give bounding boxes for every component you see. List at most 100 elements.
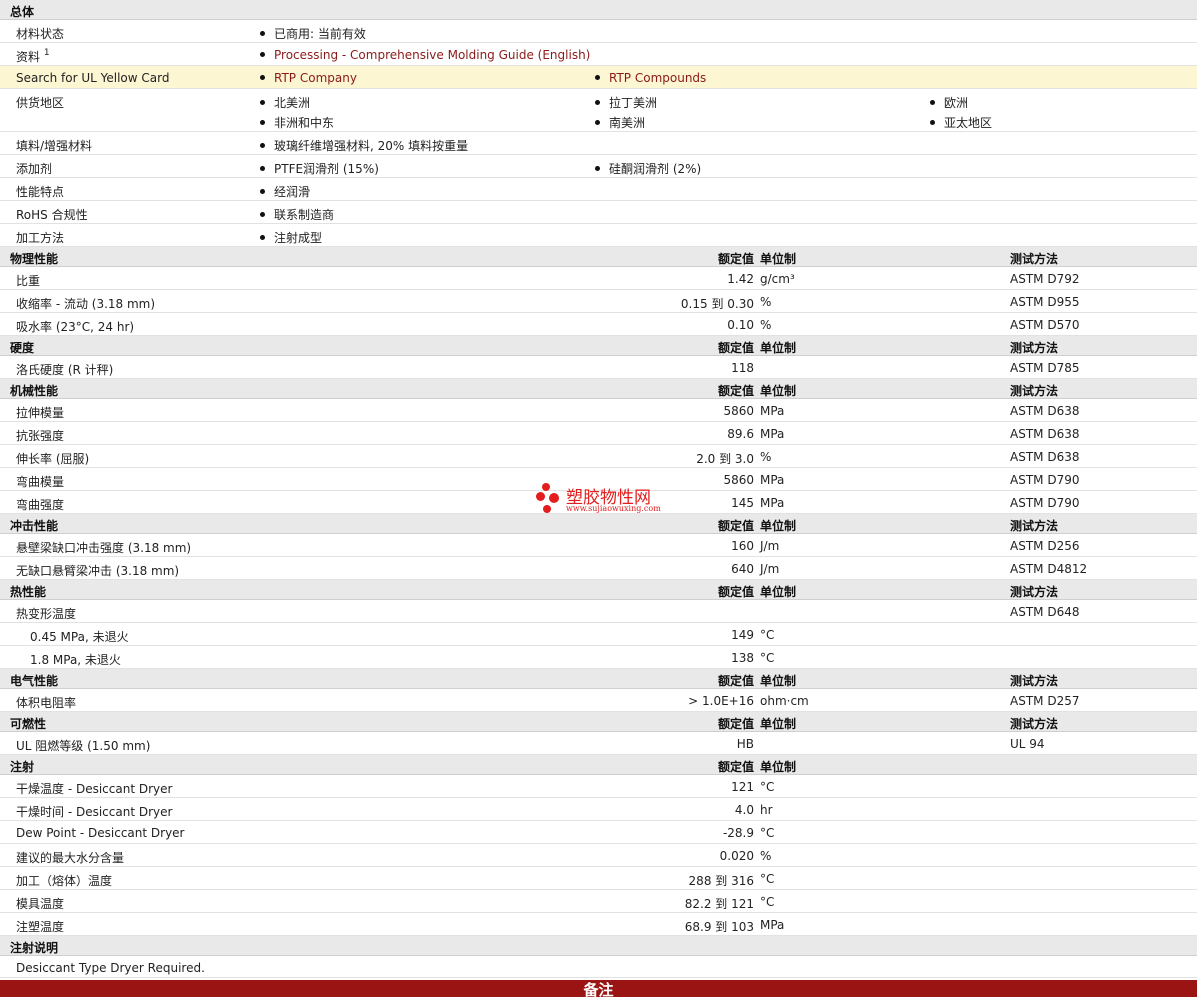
property-name: 干燥温度 - Desiccant Dryer — [16, 782, 173, 796]
injection-note: Desiccant Type Dryer Required. — [0, 956, 1197, 978]
col-header-method: 测试方法 — [1010, 252, 1059, 266]
property-value: 82.2 到 121 — [684, 897, 754, 911]
region-item: 欧洲 — [930, 94, 968, 111]
property-name: 收缩率 - 流动 (3.18 mm) — [16, 297, 156, 311]
bullet-item: 玻璃纤维增强材料, 20% 填料按重量 — [260, 137, 468, 154]
col-header-value: 额定值 — [717, 519, 754, 533]
col-header-unit: 单位制 — [760, 519, 797, 533]
property-name: 伸长率 (屈服) — [16, 452, 90, 466]
property-method: ASTM D648 — [1010, 605, 1080, 619]
property-name: 体积电阻率 — [16, 696, 77, 710]
property-unit: ohm·cm — [760, 694, 809, 708]
property-value: 68.9 到 103 — [684, 920, 754, 934]
property-row: 伸长率 (屈服) 2.0 到 3.0 % ASTM D638 — [0, 445, 1197, 468]
property-method: ASTM D790 — [1010, 496, 1080, 510]
row-label: 加工方法 — [16, 231, 65, 245]
property-name: 无缺口悬臂梁冲击 (3.18 mm) — [16, 564, 180, 578]
property-method: ASTM D638 — [1010, 427, 1080, 441]
property-value: 138 — [731, 651, 754, 665]
region-item: 南美洲 — [595, 114, 645, 131]
section-electrical-header: 电气性能 额定值 单位制 测试方法 — [0, 669, 1197, 689]
col-header-value: 额定值 — [717, 252, 754, 266]
property-unit: J/m — [760, 539, 780, 553]
property-method: UL 94 — [1010, 737, 1045, 751]
property-row: 悬壁梁缺口冲击强度 (3.18 mm) 160 J/m ASTM D256 — [0, 534, 1197, 557]
section-hardness-header: 硬度 额定值 单位制 测试方法 — [0, 336, 1197, 356]
property-row: 1.8 MPa, 未退火 138 °C — [0, 646, 1197, 669]
section-mechanical-header: 机械性能 额定值 单位制 测试方法 — [0, 379, 1197, 399]
footer-label: 备注 — [583, 981, 614, 999]
section-general-header: 总体 — [0, 0, 1197, 20]
bullet-icon — [595, 166, 600, 171]
property-unit: °C — [760, 628, 775, 642]
logo-dot-icon — [542, 483, 550, 491]
property-name: Dew Point - Desiccant Dryer — [16, 826, 185, 840]
col-header-unit: 单位制 — [760, 252, 797, 266]
row-label: Search for UL Yellow Card — [16, 71, 170, 85]
logo-dot-icon — [549, 493, 559, 503]
section-title: 电气性能 — [10, 674, 59, 688]
general-row-ul: Search for UL Yellow Card RTP Company RT… — [0, 66, 1197, 89]
col-header-unit: 单位制 — [760, 384, 797, 398]
col-header-value: 额定值 — [717, 674, 754, 688]
section-title: 硬度 — [10, 341, 35, 355]
property-value: 1.42 — [727, 272, 754, 286]
property-method: ASTM D256 — [1010, 539, 1080, 553]
bullet-icon — [930, 100, 935, 105]
col-header-unit: 单位制 — [760, 341, 797, 355]
row-label: 资料 1 — [16, 48, 50, 64]
property-row: 干燥温度 - Desiccant Dryer 121 °C — [0, 775, 1197, 798]
property-row: 加工（熔体）温度 288 到 316 °C — [0, 867, 1197, 890]
property-name: 弯曲模量 — [16, 475, 65, 489]
property-name: 悬壁梁缺口冲击强度 (3.18 mm) — [16, 541, 192, 555]
property-value: 640 — [731, 562, 754, 576]
section-title: 冲击性能 — [10, 519, 59, 533]
property-unit: g/cm³ — [760, 272, 795, 286]
col-header-unit: 单位制 — [760, 717, 797, 731]
row-label: 填料/增强材料 — [16, 139, 93, 153]
col-header-method: 测试方法 — [1010, 717, 1059, 731]
bullet-item: PTFE润滑剂 (15%) — [260, 160, 379, 177]
property-value: 2.0 到 3.0 — [696, 452, 754, 466]
property-value: 4.0 — [734, 803, 754, 817]
property-row: 收缩率 - 流动 (3.18 mm) 0.15 到 0.30 % ASTM D9… — [0, 290, 1197, 313]
property-row: 热变形温度 ASTM D648 — [0, 600, 1197, 623]
bullet-icon — [930, 120, 935, 125]
col-header-unit: 单位制 — [760, 760, 797, 774]
doc-link[interactable]: Processing - Comprehensive Molding Guide… — [260, 48, 590, 62]
ul-link-rtp-company[interactable]: RTP Company — [260, 71, 357, 85]
col-header-unit: 单位制 — [760, 585, 797, 599]
bullet-icon — [260, 235, 265, 240]
property-unit: °C — [760, 651, 775, 665]
property-value: 149 — [731, 628, 754, 642]
property-value: -28.9 — [722, 826, 754, 840]
property-row: 干燥时间 - Desiccant Dryer 4.0 hr — [0, 798, 1197, 821]
bullet-icon — [260, 189, 265, 194]
row-label: 供货地区 — [16, 96, 65, 110]
property-row: 体积电阻率 > 1.0E+16 ohm·cm ASTM D257 — [0, 689, 1197, 712]
property-unit: °C — [760, 872, 775, 886]
ul-link-rtp-compounds[interactable]: RTP Compounds — [595, 71, 706, 85]
section-title: 物理性能 — [10, 252, 59, 266]
property-method: ASTM D4812 — [1010, 562, 1088, 576]
row-label: 材料状态 — [16, 27, 65, 41]
property-row: Dew Point - Desiccant Dryer -28.9 °C — [0, 821, 1197, 844]
property-row: 抗张强度 89.6 MPa ASTM D638 — [0, 422, 1197, 445]
property-value: HB — [736, 737, 754, 751]
bullet-item: 硅酮润滑剂 (2%) — [595, 160, 701, 177]
property-value: > 1.0E+16 — [688, 694, 754, 708]
property-row: 洛氏硬度 (R 计秤) 118 ASTM D785 — [0, 356, 1197, 379]
logo-dot-icon — [543, 505, 551, 513]
property-unit: J/m — [760, 562, 780, 576]
col-header-value: 额定值 — [717, 760, 754, 774]
col-header-method: 测试方法 — [1010, 674, 1059, 688]
section-thermal-header: 热性能 额定值 单位制 测试方法 — [0, 580, 1197, 600]
property-unit: °C — [760, 780, 775, 794]
property-method: ASTM D638 — [1010, 450, 1080, 464]
bullet-icon — [260, 143, 265, 148]
property-unit: hr — [760, 803, 773, 817]
col-header-value: 额定值 — [717, 585, 754, 599]
section-title: 注射说明 — [10, 941, 59, 955]
property-unit: MPa — [760, 496, 785, 510]
region-item: 非洲和中东 — [260, 114, 334, 131]
